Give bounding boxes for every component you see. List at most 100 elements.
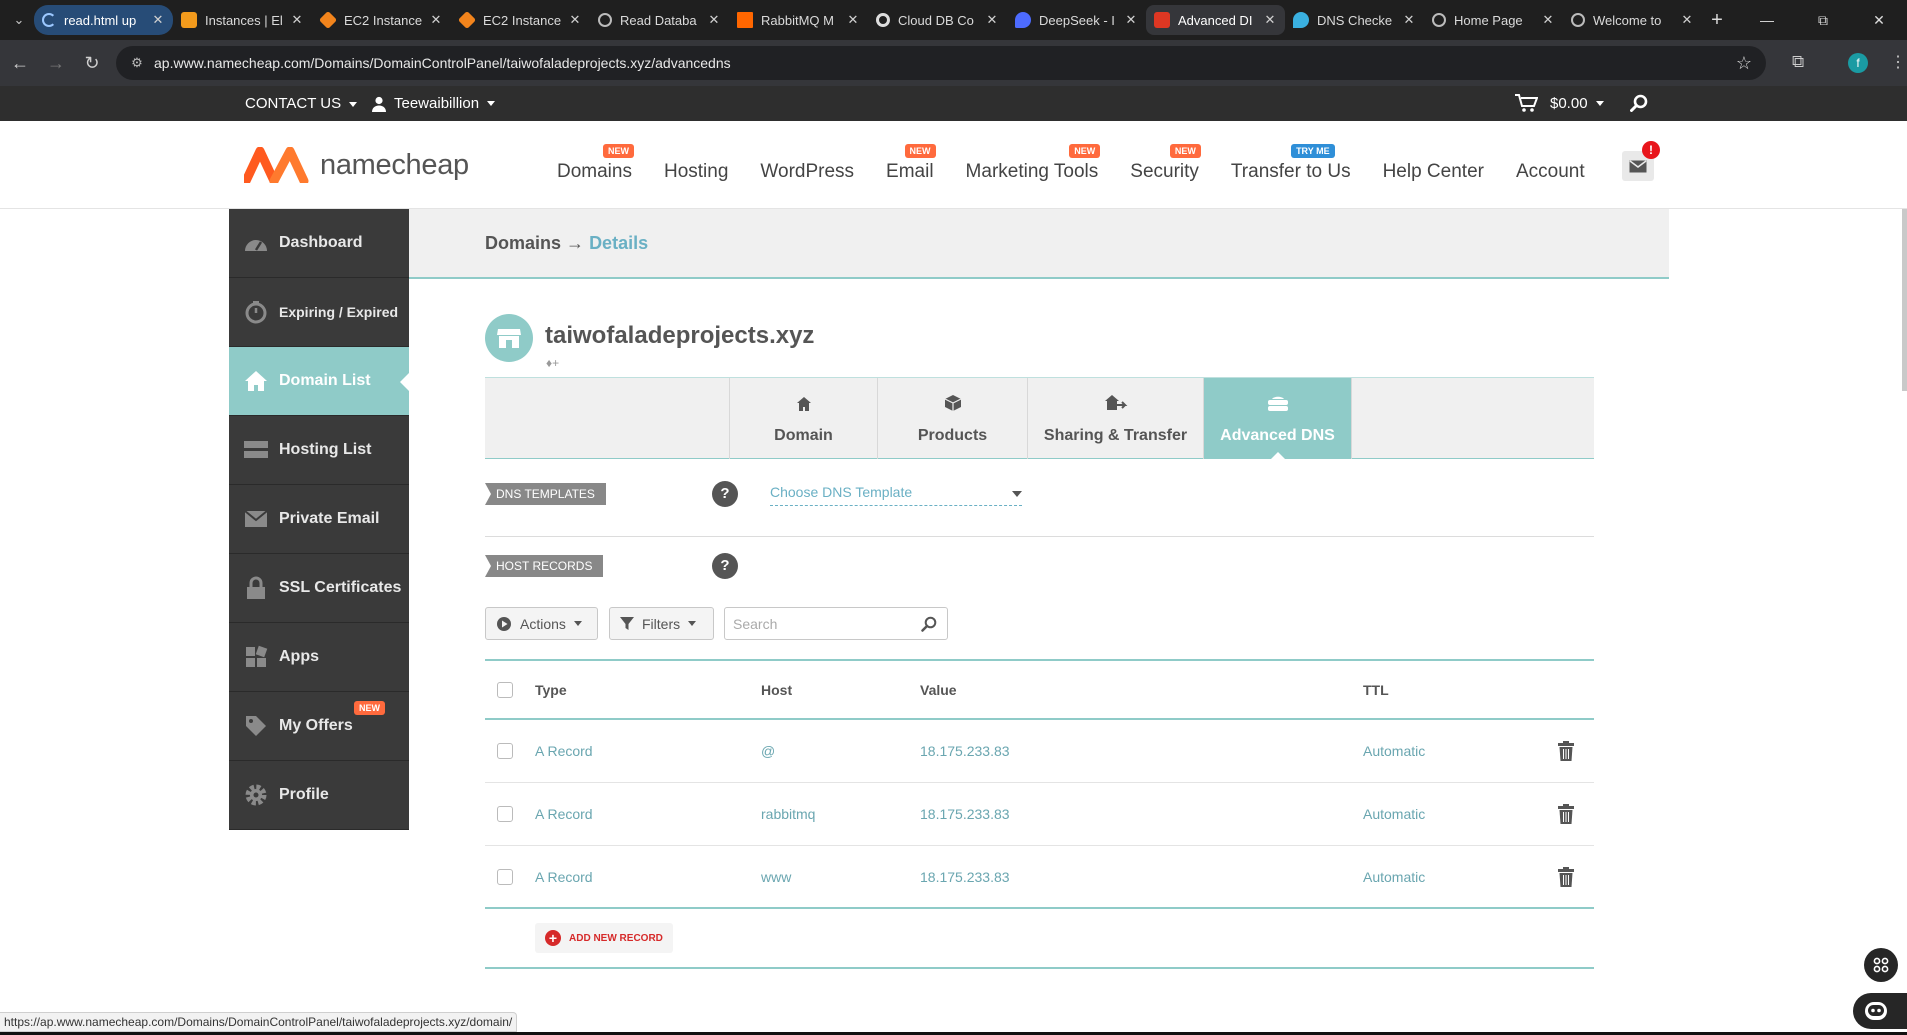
- browser-tab[interactable]: Instances | El ✕: [173, 5, 312, 35]
- new-tab-button[interactable]: +: [1702, 9, 1732, 32]
- url-text[interactable]: ap.www.namecheap.com/Domains/DomainContr…: [154, 55, 731, 71]
- browser-tab-active[interactable]: Advanced DI ✕: [1146, 5, 1285, 35]
- tab-close-icon[interactable]: ✕: [1680, 12, 1694, 28]
- url-bar[interactable]: ⚙ ap.www.namecheap.com/Domains/DomainCon…: [116, 46, 1766, 80]
- tab-close-icon[interactable]: ✕: [1402, 12, 1416, 28]
- assistant-bot-icon[interactable]: [1853, 993, 1907, 1029]
- chevron-down-icon: [487, 101, 496, 106]
- tab-advanced-dns[interactable]: Advanced DNS: [1203, 378, 1351, 460]
- table-row[interactable]: A Record rabbitmq 18.175.233.83 Automati…: [485, 783, 1594, 846]
- browser-tab[interactable]: RabbitMQ M ✕: [729, 5, 868, 35]
- tab-close-icon[interactable]: ✕: [707, 12, 721, 28]
- browser-tab[interactable]: EC2 Instance ✕: [451, 5, 590, 35]
- nav-security[interactable]: Security NEW: [1130, 144, 1201, 183]
- trash-icon[interactable]: [1558, 866, 1574, 887]
- column-header-host[interactable]: Host: [761, 682, 792, 698]
- trash-icon[interactable]: [1558, 804, 1574, 824]
- cart-menu[interactable]: $0.00: [1514, 93, 1604, 113]
- browser-tab[interactable]: Cloud DB Co ✕: [868, 5, 1007, 35]
- table-row[interactable]: A Record www 18.175.233.83 Automatic: [485, 846, 1594, 909]
- browser-tab[interactable]: Home Page ✕: [1424, 5, 1563, 35]
- extensions-icon[interactable]: ⧉: [1792, 52, 1804, 72]
- row-checkbox[interactable]: [497, 743, 513, 759]
- add-tag-icon[interactable]: ♦+: [546, 356, 559, 370]
- trash-icon[interactable]: [1558, 741, 1574, 761]
- nav-domains[interactable]: Domains NEW: [557, 144, 634, 183]
- tab-label: Products: [917, 427, 988, 444]
- site-settings-icon[interactable]: ⚙: [124, 55, 150, 71]
- nav-help-center[interactable]: Help Center: [1383, 161, 1484, 183]
- tab-close-icon[interactable]: ✕: [151, 12, 165, 28]
- row-checkbox[interactable]: [497, 868, 513, 885]
- browser-tab[interactable]: EC2 Instance ✕: [312, 5, 451, 35]
- column-header-ttl[interactable]: TTL: [1363, 682, 1389, 698]
- nav-email[interactable]: Email NEW: [886, 144, 936, 183]
- sidebar-item-domain-list[interactable]: Domain List: [229, 347, 409, 416]
- sidebar-item-apps[interactable]: Apps: [229, 623, 409, 692]
- back-arrow-icon[interactable]: ←: [2, 45, 38, 81]
- browser-tab[interactable]: DNS Checke ✕: [1285, 5, 1424, 35]
- namecheap-logo[interactable]: namecheap: [244, 147, 469, 183]
- sidebar-item-dashboard[interactable]: Dashboard: [229, 209, 409, 278]
- user-menu[interactable]: Teewaibillion: [372, 95, 496, 112]
- forward-arrow-icon[interactable]: →: [38, 45, 74, 81]
- column-header-value[interactable]: Value: [920, 682, 957, 698]
- nav-hosting[interactable]: Hosting: [664, 161, 728, 183]
- nav-wordpress[interactable]: WordPress: [760, 161, 854, 183]
- tab-products[interactable]: Products: [877, 378, 1027, 459]
- tab-close-icon[interactable]: ✕: [985, 12, 999, 28]
- close-window-icon[interactable]: ✕: [1851, 0, 1907, 40]
- row-checkbox[interactable]: [497, 806, 513, 822]
- table-row[interactable]: A Record @ 18.175.233.83 Automatic: [485, 720, 1594, 783]
- contact-us-menu[interactable]: CONTACT US: [245, 95, 358, 112]
- browser-menu-icon[interactable]: ⋮: [1890, 52, 1906, 72]
- tab-close-icon[interactable]: ✕: [1263, 12, 1277, 28]
- actions-button[interactable]: Actions: [485, 607, 598, 640]
- profile-avatar[interactable]: f: [1848, 53, 1868, 73]
- minimize-icon[interactable]: —: [1739, 0, 1795, 40]
- tab-domain[interactable]: Domain: [729, 378, 877, 459]
- sidebar-item-private-email[interactable]: Private Email: [229, 485, 409, 554]
- nav-marketing-tools[interactable]: Marketing Tools NEW: [966, 144, 1101, 183]
- tab-sharing-transfer[interactable]: Sharing & Transfer: [1027, 378, 1203, 459]
- tab-label: EC2 Instance: [483, 12, 562, 28]
- bookmark-star-icon[interactable]: ☆: [1736, 53, 1752, 74]
- host-records-help-icon[interactable]: ?: [712, 553, 738, 579]
- home-icon: [243, 368, 269, 394]
- dns-templates-help-icon[interactable]: ?: [712, 481, 738, 507]
- breadcrumb-bar: Domains → Details: [409, 209, 1669, 279]
- tab-search-chevron-icon[interactable]: ⌄: [4, 5, 34, 35]
- tab-close-icon[interactable]: ✕: [568, 12, 582, 28]
- sidebar-item-profile[interactable]: Profile: [229, 761, 409, 830]
- browser-tab[interactable]: Welcome to ✕: [1563, 5, 1702, 35]
- search-icon[interactable]: [1630, 94, 1648, 117]
- tab-close-icon[interactable]: ✕: [1124, 12, 1138, 28]
- browser-tab[interactable]: DeepSeek - I ✕: [1007, 5, 1146, 35]
- add-new-record-button[interactable]: + ADD NEW RECORD: [535, 923, 673, 953]
- restore-icon[interactable]: ⧉: [1795, 0, 1851, 40]
- sidebar-item-ssl[interactable]: SSL Certificates: [229, 554, 409, 623]
- tab-label: Sharing & Transfer: [1043, 427, 1188, 444]
- nav-label: Transfer to Us: [1230, 161, 1351, 182]
- sidebar-item-hosting-list[interactable]: Hosting List: [229, 416, 409, 485]
- breadcrumb-root[interactable]: Domains: [485, 233, 561, 253]
- browser-tab[interactable]: Read Databa ✕: [590, 5, 729, 35]
- tab-close-icon[interactable]: ✕: [429, 12, 443, 28]
- records-search-input[interactable]: [733, 614, 913, 634]
- nav-account[interactable]: Account: [1516, 161, 1585, 183]
- sidebar-item-my-offers[interactable]: My Offers NEW: [229, 692, 409, 761]
- nav-transfer[interactable]: Transfer to Us TRY ME: [1230, 144, 1351, 183]
- column-header-type[interactable]: Type: [535, 682, 567, 698]
- sidebar-item-expiring[interactable]: Expiring / Expired: [229, 278, 409, 347]
- tab-close-icon[interactable]: ✕: [846, 12, 860, 28]
- sidebar-item-label: SSL Certificates: [279, 579, 402, 596]
- search-icon[interactable]: [921, 616, 937, 632]
- command-menu-icon[interactable]: [1864, 948, 1898, 982]
- tab-close-icon[interactable]: ✕: [290, 12, 304, 28]
- tab-close-icon[interactable]: ✕: [1541, 12, 1555, 28]
- select-all-checkbox[interactable]: [497, 681, 513, 698]
- dns-template-select[interactable]: Choose DNS Template: [770, 484, 1022, 506]
- filters-button[interactable]: Filters: [609, 607, 714, 640]
- browser-tab[interactable]: read.html up ✕: [34, 5, 173, 35]
- reload-icon[interactable]: ↻: [74, 45, 110, 81]
